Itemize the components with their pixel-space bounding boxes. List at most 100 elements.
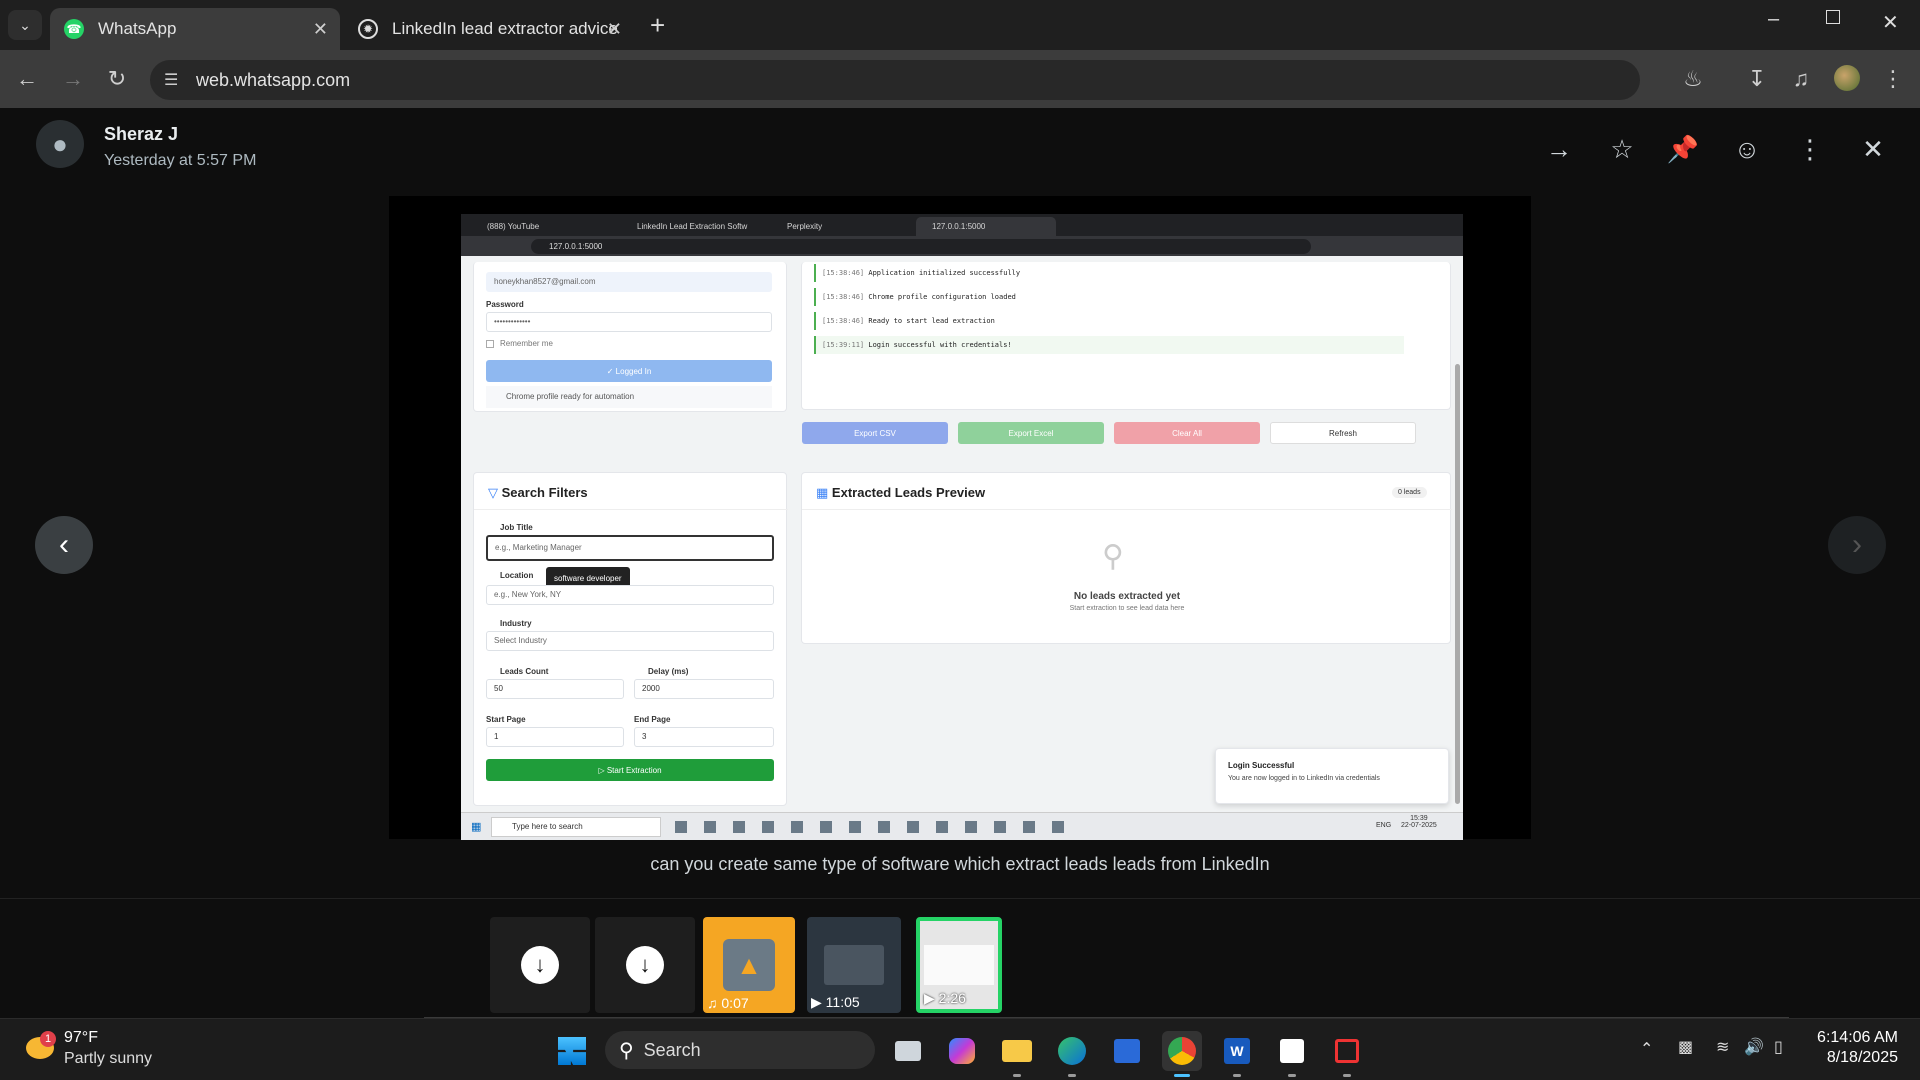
profile-avatar[interactable] bbox=[1834, 65, 1860, 91]
file-explorer-icon[interactable] bbox=[997, 1031, 1037, 1077]
shot-export-csv-button: Export CSV bbox=[802, 422, 948, 444]
shot-password-label: Password bbox=[486, 300, 524, 309]
weather-widget[interactable]: 1 bbox=[24, 1031, 56, 1063]
thumbnail-download[interactable]: ↓ bbox=[595, 917, 695, 1013]
previous-media-button[interactable]: ‹ bbox=[35, 516, 93, 574]
whatsapp-icon: ☎ bbox=[64, 19, 84, 39]
sender-name: Sheraz J bbox=[104, 124, 179, 144]
shot-refresh-button: Refresh bbox=[1270, 422, 1416, 444]
windows-taskbar: 1 97°F Partly sunny ⚲ Search W ⌃ ▩ ≋ 🔊 ▯… bbox=[0, 1018, 1920, 1080]
media-controls-icon[interactable]: ♫ bbox=[1784, 62, 1818, 96]
shot-clock-time: 15:39 bbox=[1410, 815, 1428, 822]
close-tab-icon[interactable]: ✕ bbox=[313, 19, 328, 40]
start-button[interactable] bbox=[552, 1031, 592, 1071]
shot-login-toast: Login Successful You are now logged in t… bbox=[1215, 748, 1449, 804]
word-icon[interactable]: W bbox=[1217, 1031, 1257, 1077]
battery-icon[interactable]: ▯ bbox=[1774, 1037, 1783, 1057]
tab-label: LinkedIn lead extractor advice bbox=[392, 19, 618, 38]
tab-label: WhatsApp bbox=[98, 19, 177, 38]
table-icon: ▦ bbox=[816, 485, 829, 500]
shot-activity-log: [15:38:46] Application initialized succe… bbox=[801, 262, 1451, 444]
task-view-icon[interactable] bbox=[888, 1031, 928, 1071]
shot-password-field: ••••••••••••• bbox=[486, 312, 772, 332]
next-media-button[interactable]: › bbox=[1828, 516, 1886, 574]
headphones-duration: ♫ 0:07 bbox=[707, 995, 749, 1011]
tab-whatsapp[interactable]: ☎ WhatsApp ✕ bbox=[50, 8, 340, 50]
shot-clock-date: 22-07-2025 bbox=[1401, 822, 1437, 829]
shot-tab-label: (888) YouTube bbox=[487, 222, 540, 231]
shot-toast-message: You are now logged in to LinkedIn via cr… bbox=[1228, 775, 1380, 782]
more-options-icon[interactable]: ⋮ bbox=[1793, 132, 1827, 166]
site-info-icon[interactable]: ☰ bbox=[164, 70, 178, 90]
duration-label: 11:05 bbox=[825, 994, 860, 1010]
forward-icon[interactable]: → bbox=[56, 62, 90, 96]
extensions-icon[interactable]: ♨ bbox=[1676, 62, 1710, 96]
shot-scrollbar bbox=[1455, 364, 1460, 804]
log-time: [15:38:46] bbox=[822, 269, 865, 277]
reload-icon[interactable]: ↻ bbox=[100, 62, 134, 96]
default-user-icon: ● bbox=[52, 128, 68, 159]
shot-lang: ENG bbox=[1376, 822, 1392, 829]
shot-job-title-label: Job Title bbox=[500, 523, 533, 532]
pin-icon[interactable]: 📌 bbox=[1666, 132, 1700, 166]
shot-log-line: [15:38:46] Application initialized succe… bbox=[814, 264, 1020, 282]
shot-logged-in-button: ✓ Logged In bbox=[486, 360, 772, 382]
shot-chrome-profile-note: Chrome profile ready for automation bbox=[486, 386, 772, 408]
tab-search-button[interactable]: ⌄ bbox=[8, 10, 42, 40]
duration-label: 0:07 bbox=[721, 995, 749, 1011]
copilot-icon[interactable] bbox=[942, 1031, 982, 1071]
capcut-icon[interactable] bbox=[1272, 1031, 1312, 1077]
shot-job-title-input: e.g., Marketing Manager bbox=[486, 535, 774, 561]
chevron-left-icon: ‹ bbox=[59, 528, 69, 561]
restore-button[interactable] bbox=[1826, 10, 1840, 24]
volume-icon[interactable]: 🔊 bbox=[1744, 1037, 1764, 1057]
thumbnail-download[interactable]: ↓ bbox=[490, 917, 590, 1013]
media-header: ● Sheraz J Yesterday at 5:57 PM → ☆ 📌 ☺ … bbox=[0, 108, 1920, 188]
back-icon[interactable]: ← bbox=[10, 62, 44, 96]
avatar[interactable]: ● bbox=[36, 120, 84, 168]
taskbar-search[interactable]: ⚲ Search bbox=[605, 1031, 875, 1069]
shot-search-filters-card: ▽ Search Filters Job Title e.g., Marketi… bbox=[473, 472, 788, 806]
shot-taskbar-search: Type here to search bbox=[491, 817, 661, 837]
clock[interactable]: 6:14:06 AM 8/18/2025 bbox=[1808, 1029, 1898, 1067]
shot-clear-all-button: Clear All bbox=[1114, 422, 1260, 444]
menu-kebab-icon[interactable]: ⋮ bbox=[1876, 62, 1910, 96]
shot-leads-count-input: 50 bbox=[486, 679, 624, 699]
close-window-button[interactable]: ✕ bbox=[1882, 10, 1899, 35]
tab-linkedin-advice[interactable]: ✹ LinkedIn lead extractor advice ✕ bbox=[344, 8, 634, 50]
snipping-tool-icon[interactable] bbox=[1327, 1031, 1367, 1077]
forward-icon[interactable]: → bbox=[1542, 132, 1576, 166]
network-off-icon[interactable]: ▩ bbox=[1678, 1037, 1693, 1057]
thumbnail-video[interactable]: ▶ 11:05 bbox=[807, 917, 901, 1013]
show-hidden-icons[interactable]: ⌃ bbox=[1640, 1039, 1653, 1059]
thumbnail-video-selected[interactable]: ▶ 2:26 bbox=[916, 917, 1002, 1013]
minimize-button[interactable]: – bbox=[1768, 8, 1779, 31]
chevron-down-icon: ⌄ bbox=[19, 16, 31, 33]
log-time: [15:38:46] bbox=[822, 317, 865, 325]
shot-tab-label: LinkedIn Lead Extraction Softw bbox=[637, 222, 748, 231]
star-icon[interactable]: ☆ bbox=[1605, 132, 1639, 166]
new-tab-button[interactable]: + bbox=[650, 10, 665, 41]
wifi-icon[interactable]: ≋ bbox=[1716, 1037, 1729, 1057]
video-preview bbox=[924, 945, 994, 985]
shot-tab-perplexity: Perplexity bbox=[771, 217, 921, 236]
thumbnail-audio[interactable]: ▲ ♫ 0:07 bbox=[703, 917, 795, 1013]
message-timestamp: Yesterday at 5:57 PM bbox=[104, 152, 257, 169]
temperature: 97°F bbox=[64, 1029, 98, 1046]
shot-tab-youtube: (888) YouTube bbox=[471, 217, 631, 236]
microsoft-store-icon[interactable] bbox=[1107, 1031, 1147, 1071]
media-thumbnail-strip: ↓ ↓ ▲ ♫ 0:07 ▶ 11:05 ▶ 2:26 bbox=[0, 898, 1920, 1019]
chrome-icon[interactable] bbox=[1162, 1031, 1202, 1077]
shot-preview-title: ▦ Extracted Leads Preview bbox=[816, 485, 985, 501]
shot-checkbox bbox=[486, 340, 494, 348]
clock-date: 8/18/2025 bbox=[1826, 1049, 1898, 1066]
close-tab-icon[interactable]: ✕ bbox=[607, 19, 622, 40]
shot-start-extraction-button: ▷ Start Extraction bbox=[486, 759, 774, 781]
downloads-icon[interactable]: ↧ bbox=[1740, 62, 1774, 96]
shot-log-line: [15:39:11] Login successful with credent… bbox=[814, 336, 1404, 354]
emoji-react-icon[interactable]: ☺ bbox=[1730, 132, 1764, 166]
shot-taskbar: ▦ Type here to search ENG 15:39 22-07-20… bbox=[461, 812, 1463, 840]
address-bar[interactable]: ☰ web.whatsapp.com bbox=[150, 60, 1640, 100]
edge-icon[interactable] bbox=[1052, 1031, 1092, 1077]
close-icon[interactable]: ✕ bbox=[1856, 132, 1890, 166]
